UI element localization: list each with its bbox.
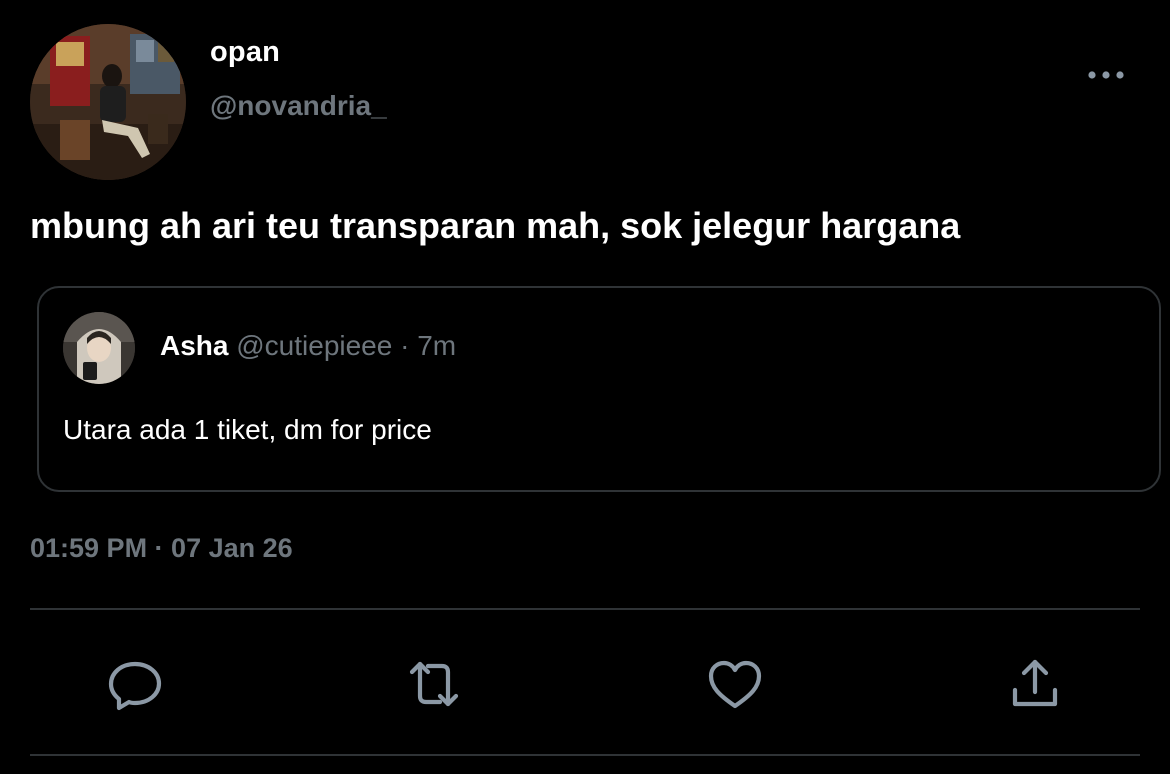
more-horizontal-icon [1088,71,1124,79]
bottom-divider [30,754,1140,756]
reply-icon [108,661,162,711]
quoted-separator: · [392,330,418,361]
retweet-icon [409,661,459,707]
quoted-tweet-text: Utara ada 1 tiket, dm for price [63,414,432,445]
quoted-author-avatar[interactable] [63,312,135,384]
more-options-button[interactable] [1084,60,1128,90]
quoted-tweet-header: Asha @cutiepieee · 7m [160,330,456,362]
quoted-tweet-age[interactable]: 7m [417,330,456,361]
author-handle[interactable]: @novandria_ [210,90,387,122]
quoted-author-name[interactable]: Asha [160,330,228,361]
like-button[interactable] [703,652,767,716]
quoted-tweet-card[interactable] [37,286,1161,492]
reply-button[interactable] [103,652,167,716]
heart-icon [708,660,762,709]
tweet-timestamp[interactable]: 01:59 PM · 07 Jan 26 [30,533,293,564]
retweet-button[interactable] [402,652,466,716]
share-button[interactable] [1003,652,1067,716]
author-avatar[interactable] [30,24,186,180]
tweet-text: mbung ah ari teu transparan mah, sok jel… [30,205,961,246]
divider [30,608,1140,610]
quoted-author-handle[interactable]: @cutiepieee [236,330,392,361]
author-display-name[interactable]: opan [210,36,280,69]
share-icon [1012,659,1058,707]
